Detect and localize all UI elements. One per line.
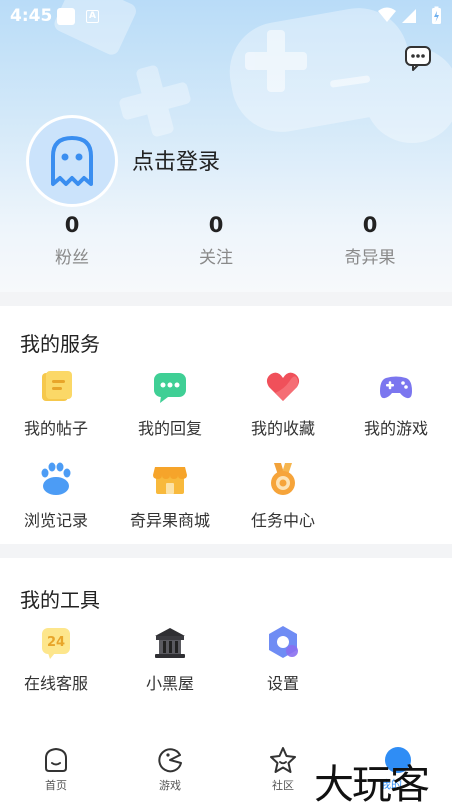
stat-value: 0 [362, 213, 378, 237]
online-support-button[interactable]: 24 在线客服 [1, 624, 111, 694]
store-icon [153, 467, 187, 494]
blackroom-button[interactable]: 小黑屋 [115, 624, 225, 694]
my-games-button[interactable]: 我的游戏 [341, 369, 451, 439]
heart-icon [266, 372, 300, 401]
item-label: 我的回复 [137, 419, 202, 438]
support-24-icon: 24 [42, 628, 70, 659]
stat-label: 奇异果 [344, 248, 396, 268]
item-label: 设置 [266, 674, 299, 693]
my-replies-button[interactable]: 我的回复 [115, 369, 225, 439]
stat-value: 0 [64, 213, 80, 237]
stat-following[interactable]: 0 关注 [161, 213, 271, 268]
item-label: 在线客服 [23, 674, 88, 693]
login-link[interactable]: 点击登录 [132, 144, 220, 176]
profile-header: 4:45 A 点击登录 0 粉丝 0 关注 0 奇异果 [0, 0, 452, 292]
stat-kiwi[interactable]: 0 奇异果 [315, 213, 425, 268]
message-icon[interactable] [404, 45, 432, 71]
game-icon [158, 748, 182, 773]
jail-icon [155, 628, 185, 658]
status-bar: 4:45 A [0, 0, 452, 32]
status-time: 4:45 [10, 6, 53, 26]
item-label: 我的收藏 [250, 419, 315, 438]
avatar[interactable] [26, 115, 118, 207]
settings-icon [269, 626, 298, 658]
reply-icon [154, 373, 186, 403]
item-label: 任务中心 [250, 511, 315, 530]
stat-value: 0 [208, 213, 224, 237]
signal-icon [402, 9, 416, 23]
star-icon [270, 747, 296, 773]
paw-icon [41, 462, 71, 495]
item-label: 小黑屋 [145, 674, 194, 693]
settings-button[interactable]: 设置 [228, 624, 338, 694]
notification-icon [57, 8, 75, 25]
wifi-icon [378, 7, 396, 22]
tab-label: 首页 [45, 779, 67, 792]
stat-label: 粉丝 [55, 248, 89, 268]
a-badge-icon: A [86, 10, 99, 23]
item-label: 浏览记录 [23, 511, 88, 530]
tab-home[interactable]: 首页 [16, 746, 96, 793]
item-label: 我的帖子 [23, 419, 88, 438]
tab-label: 游戏 [159, 779, 181, 792]
services-title: 我的服务 [20, 332, 100, 356]
kiwi-store-button[interactable]: 奇异果商城 [115, 461, 225, 531]
my-posts-button[interactable]: 我的帖子 [1, 369, 111, 439]
my-favorites-button[interactable]: 我的收藏 [228, 369, 338, 439]
tab-community[interactable]: 社区 [243, 746, 323, 793]
stat-label: 关注 [199, 248, 233, 268]
task-center-button[interactable]: 任务中心 [228, 461, 338, 531]
posts-icon [42, 371, 72, 401]
tab-games[interactable]: 游戏 [130, 746, 210, 793]
item-label: 我的游戏 [363, 419, 428, 438]
watermark-logo: 大玩客 [314, 762, 430, 805]
gamepad-icon [380, 376, 412, 399]
item-label: 奇异果商城 [129, 511, 210, 530]
browse-history-button[interactable]: 浏览记录 [1, 461, 111, 531]
medal-icon [271, 463, 295, 495]
ghost-avatar-icon [51, 136, 93, 186]
support-badge: 24 [47, 635, 65, 650]
tools-title: 我的工具 [20, 588, 100, 612]
stat-fans[interactable]: 0 粉丝 [17, 213, 127, 268]
services-card: 我的服务 我的帖子 我的回复 我的收藏 我的游戏 浏览记录 奇异果商城 任务中心 [0, 306, 452, 544]
tab-label: 社区 [272, 779, 294, 792]
home-icon [45, 747, 67, 772]
tools-card: 我的工具 24 在线客服 小黑屋 设置 [0, 558, 452, 738]
status-icons [378, 6, 441, 24]
